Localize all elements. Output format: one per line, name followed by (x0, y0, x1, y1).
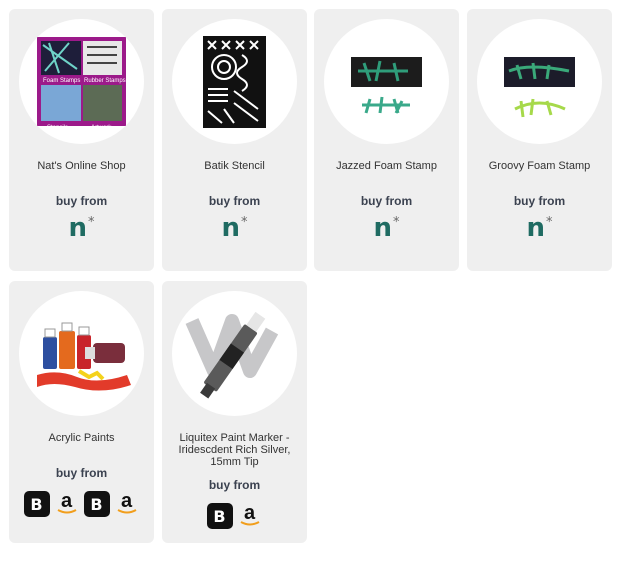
product-image-nats-shop[interactable]: Foam Stamps Rubber Stamps Stencils Artwo… (19, 19, 144, 144)
n-icon[interactable]: n * (373, 215, 399, 241)
product-image-batik-stencil[interactable] (172, 19, 297, 144)
product-card-batik-stencil[interactable]: Batik Stencil buy from n * (162, 9, 307, 271)
buy-from-label: buy from (360, 194, 413, 208)
product-card-groovy-foam-stamp[interactable]: Groovy Foam Stamp buy from n * (467, 9, 612, 271)
buy-from-label: buy from (208, 478, 261, 492)
amazon-icon[interactable]: a (237, 503, 263, 529)
product-image-acrylic-paints[interactable] (19, 291, 144, 416)
collage-label-rubber: Rubber Stamps (84, 78, 126, 84)
n-icon[interactable]: n * (221, 215, 247, 241)
amazon-icon[interactable]: a (114, 491, 140, 517)
b-icon[interactable]: B (83, 491, 110, 517)
stencil-image (203, 36, 266, 128)
product-name[interactable]: Liquitex Paint Marker - Iridescdent Rich… (170, 432, 299, 468)
foam-stamp-image (504, 57, 575, 118)
collage-image: Foam Stamps Rubber Stamps Stencils Artwo… (37, 37, 126, 131)
product-card-nats-online-shop[interactable]: Foam Stamps Rubber Stamps Stencils Artwo… (9, 9, 154, 271)
product-image-paint-marker[interactable] (172, 291, 297, 416)
b-icon[interactable]: B (206, 503, 233, 529)
b-icon[interactable]: B (23, 491, 50, 517)
n-icon[interactable]: n * (526, 215, 552, 241)
buy-from-label: buy from (513, 194, 566, 208)
product-card-jazzed-foam-stamp[interactable]: Jazzed Foam Stamp buy from n * (314, 9, 459, 271)
amazon-icon[interactable]: a (54, 491, 80, 517)
product-image-jazzed-foam-stamp[interactable] (324, 19, 449, 144)
product-name[interactable]: Acrylic Paints (17, 432, 146, 444)
buy-from-label: buy from (55, 194, 108, 208)
buy-from-label: buy from (208, 194, 261, 208)
collage-label-stencils: Stencils (47, 125, 68, 131)
product-name[interactable]: Batik Stencil (170, 160, 299, 172)
product-name[interactable]: Nat's Online Shop (17, 160, 146, 172)
collage-label-artwork: Artwork (91, 125, 112, 131)
collage-label-foam: Foam Stamps (43, 78, 80, 84)
product-name[interactable]: Groovy Foam Stamp (475, 160, 604, 172)
product-name[interactable]: Jazzed Foam Stamp (322, 160, 451, 172)
marker-image (185, 311, 279, 399)
paints-image (37, 322, 131, 391)
product-card-acrylic-paints[interactable]: Acrylic Paints buy from B a B a (9, 281, 154, 543)
product-image-groovy-foam-stamp[interactable] (477, 19, 602, 144)
buy-from-label: buy from (55, 466, 108, 480)
foam-stamp-image (351, 57, 422, 114)
n-icon[interactable]: n * (68, 215, 94, 241)
product-card-liquitex-paint-marker[interactable]: Liquitex Paint Marker - Iridescdent Rich… (162, 281, 307, 543)
